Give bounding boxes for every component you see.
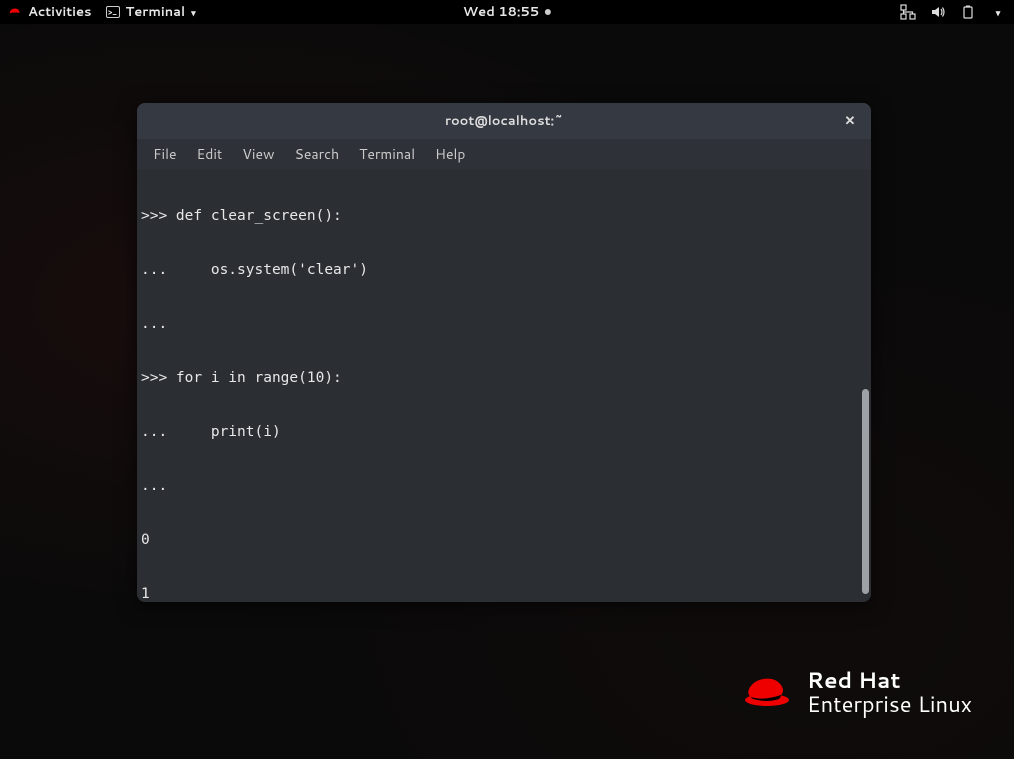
terminal-line: ... <box>141 315 867 333</box>
scrollbar-thumb[interactable] <box>862 389 869 594</box>
terminal-viewport[interactable]: >>> def clear_screen(): ... os.system('c… <box>137 169 871 602</box>
system-menu-chevron-icon[interactable]: ▾ <box>990 4 1006 20</box>
chevron-down-icon: ▾ <box>191 6 196 19</box>
menu-help[interactable]: Help <box>427 140 473 168</box>
menubar: File Edit View Search Terminal Help <box>137 139 871 169</box>
redhat-logo-icon <box>743 675 791 711</box>
close-button[interactable]: ✕ <box>841 112 859 130</box>
clock-button[interactable]: Wed 18:55 <box>463 3 551 21</box>
menu-terminal[interactable]: Terminal <box>351 140 423 168</box>
network-icon[interactable] <box>900 4 916 20</box>
activities-button[interactable]: Activities <box>8 3 92 21</box>
terminal-line: 0 <box>141 531 867 549</box>
terminal-line: ... print(i) <box>141 423 867 441</box>
terminal-line: ... os.system('clear') <box>141 261 867 279</box>
system-tray: ▾ <box>900 4 1006 20</box>
notification-dot-icon <box>545 9 551 15</box>
menu-view[interactable]: View <box>234 140 282 168</box>
redhat-icon <box>8 7 22 17</box>
desktop-branding: Red Hat Enterprise Linux <box>743 669 972 717</box>
terminal-icon: >_ <box>106 6 120 18</box>
terminal-line: >>> for i in range(10): <box>141 369 867 387</box>
battery-icon[interactable] <box>960 4 976 20</box>
branding-text: Red Hat Enterprise Linux <box>807 669 972 717</box>
menu-search[interactable]: Search <box>287 140 348 168</box>
menu-file[interactable]: File <box>145 140 185 168</box>
window-title: root@localhost:~ <box>445 112 563 130</box>
top-panel: Activities >_ Terminal ▾ Wed 18:55 <box>0 0 1014 24</box>
app-menu-button[interactable]: >_ Terminal ▾ <box>106 3 196 21</box>
app-menu-label: Terminal <box>126 3 186 21</box>
window-titlebar[interactable]: root@localhost:~ ✕ <box>137 103 871 139</box>
menu-edit[interactable]: Edit <box>189 140 231 168</box>
volume-icon[interactable] <box>930 4 946 20</box>
terminal-line: ... <box>141 477 867 495</box>
clock-label: Wed 18:55 <box>463 3 539 21</box>
terminal-line: >>> def clear_screen(): <box>141 207 867 225</box>
branding-line2: Enterprise Linux <box>807 693 972 717</box>
activities-label: Activities <box>28 3 92 21</box>
close-icon: ✕ <box>845 112 856 130</box>
terminal-window: root@localhost:~ ✕ File Edit View Search… <box>137 103 871 602</box>
top-panel-left: Activities >_ Terminal ▾ <box>8 3 196 21</box>
terminal-line: 1 <box>141 585 867 602</box>
